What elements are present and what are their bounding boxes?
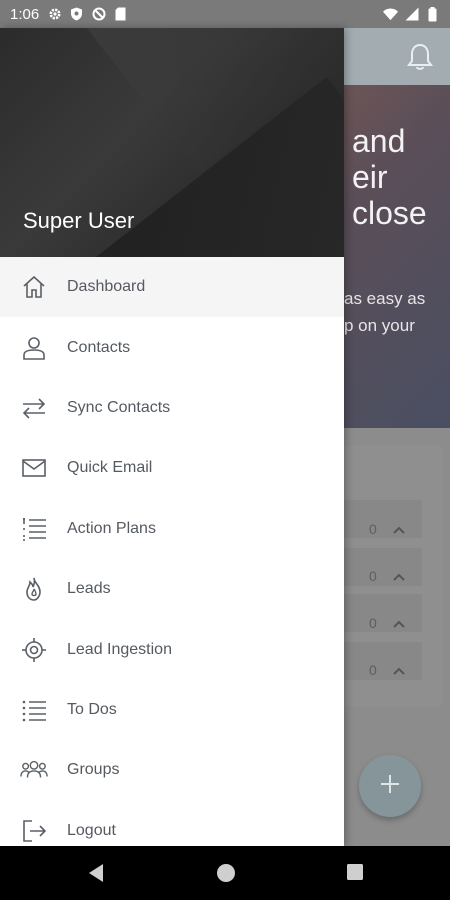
- menu-item-dashboard[interactable]: Dashboard: [0, 257, 344, 318]
- menu-item-groups[interactable]: Groups: [0, 740, 344, 800]
- menu-item-contacts[interactable]: Contacts: [0, 317, 344, 377]
- sync-arrows-icon: [20, 394, 48, 422]
- menu-label: Lead Ingestion: [67, 640, 172, 658]
- menu-item-quick-email[interactable]: Quick Email: [0, 438, 344, 498]
- person-icon: [20, 334, 48, 362]
- drawer-menu: Dashboard Contacts Sync Contacts Quick E…: [0, 257, 344, 846]
- chevron-up-icon[interactable]: [392, 569, 406, 581]
- navigation-drawer: Super User Dashboard Contacts Sync Conta…: [0, 28, 344, 846]
- shield-icon: [69, 7, 84, 22]
- list-icon: [20, 696, 48, 724]
- blocked-icon: [91, 7, 106, 22]
- menu-item-leads[interactable]: Leads: [0, 559, 344, 619]
- signal-icon: [404, 7, 419, 22]
- menu-item-action-plans[interactable]: Action Plans: [0, 499, 344, 559]
- hero-line: and: [352, 123, 406, 159]
- status-time: 1:06: [10, 5, 40, 23]
- menu-label: Contacts: [67, 338, 131, 356]
- target-icon: [20, 636, 48, 664]
- count-value: 0: [369, 615, 377, 631]
- menu-item-lead-ingestion[interactable]: Lead Ingestion: [0, 619, 344, 679]
- count-value: 0: [369, 662, 377, 678]
- home-icon: [20, 273, 48, 301]
- drawer-header: Super User: [0, 28, 344, 257]
- menu-label: Sync Contacts: [67, 398, 171, 416]
- hero-subtext: as easy as: [344, 289, 426, 308]
- back-icon[interactable]: [87, 863, 105, 888]
- wifi-icon: [383, 7, 398, 22]
- menu-item-sync-contacts[interactable]: Sync Contacts: [0, 378, 344, 438]
- group-icon: [20, 756, 48, 784]
- hero-line: eir: [352, 159, 388, 195]
- count-value: 0: [369, 521, 377, 537]
- flame-icon: [20, 575, 48, 603]
- envelope-icon: [20, 454, 48, 482]
- chevron-up-icon[interactable]: [392, 616, 406, 628]
- menu-item-to-dos[interactable]: To Dos: [0, 680, 344, 740]
- hero-line: close: [352, 195, 427, 231]
- recents-icon[interactable]: [346, 863, 364, 886]
- battery-icon: [425, 6, 440, 22]
- status-bar: 1:06: [0, 0, 450, 28]
- bell-icon[interactable]: [406, 42, 434, 72]
- menu-item-logout[interactable]: Logout: [0, 801, 344, 846]
- menu-label: Groups: [67, 761, 120, 779]
- plus-icon: [379, 773, 401, 800]
- menu-label: To Dos: [67, 700, 117, 718]
- menu-label: Dashboard: [67, 278, 146, 296]
- system-navigation-bar: [0, 846, 450, 900]
- numbered-list-icon: [20, 515, 48, 543]
- add-button[interactable]: [359, 755, 421, 817]
- sim-icon: [113, 7, 128, 22]
- count-value: 0: [369, 568, 377, 584]
- menu-label: Action Plans: [67, 519, 156, 537]
- logout-icon: [20, 817, 48, 845]
- menu-label: Logout: [67, 821, 116, 839]
- hero-subtext: p on your: [344, 316, 415, 335]
- menu-label: Quick Email: [67, 459, 153, 477]
- chevron-up-icon[interactable]: [392, 663, 406, 675]
- user-name: Super User: [23, 208, 135, 233]
- menu-label: Leads: [67, 580, 111, 598]
- home-circle-icon[interactable]: [216, 863, 236, 888]
- chevron-up-icon[interactable]: [392, 522, 406, 534]
- settings-icon: [47, 7, 62, 22]
